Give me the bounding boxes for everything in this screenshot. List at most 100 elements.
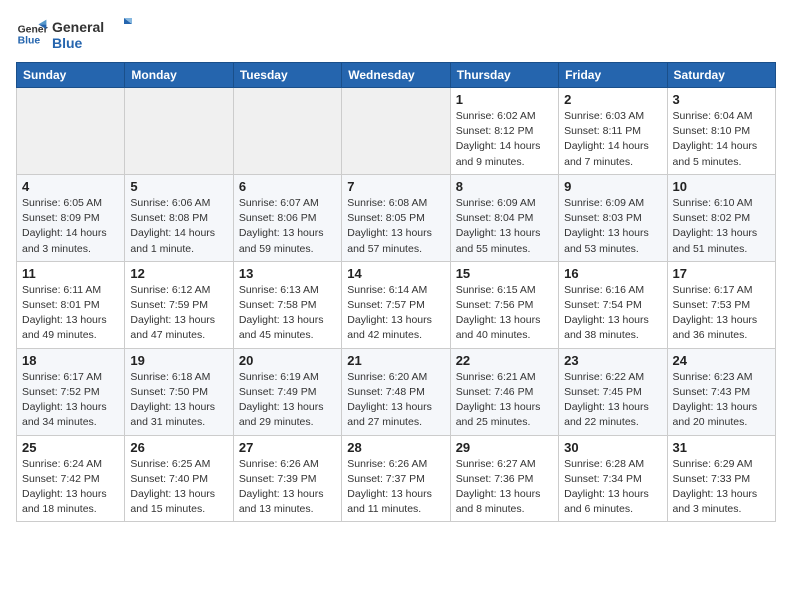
day-number: 10 bbox=[673, 179, 770, 194]
day-info: Sunrise: 6:14 AM Sunset: 7:57 PM Dayligh… bbox=[347, 283, 444, 344]
day-number: 6 bbox=[239, 179, 336, 194]
day-info: Sunrise: 6:06 AM Sunset: 8:08 PM Dayligh… bbox=[130, 196, 227, 257]
calendar-cell: 9 Sunrise: 6:09 AM Sunset: 8:03 PM Daylig… bbox=[559, 174, 667, 261]
calendar-cell: 7 Sunrise: 6:08 AM Sunset: 8:05 PM Daylig… bbox=[342, 174, 450, 261]
day-number: 31 bbox=[673, 440, 770, 455]
day-info: Sunrise: 6:22 AM Sunset: 7:45 PM Dayligh… bbox=[564, 370, 661, 431]
calendar-cell: 11 Sunrise: 6:11 AM Sunset: 8:01 PM Dayli… bbox=[17, 261, 125, 348]
calendar-cell: 16 Sunrise: 6:16 AM Sunset: 7:54 PM Dayli… bbox=[559, 261, 667, 348]
day-number: 16 bbox=[564, 266, 661, 281]
calendar-cell: 24Sunrise: 6:23 AM Sunset: 7:43 PM Dayli… bbox=[667, 348, 775, 435]
day-info: Sunrise: 6:24 AM Sunset: 7:42 PM Dayligh… bbox=[22, 457, 119, 518]
header-friday: Friday bbox=[559, 63, 667, 88]
calendar-cell: 17 Sunrise: 6:17 AM Sunset: 7:53 PM Dayli… bbox=[667, 261, 775, 348]
day-info: Sunrise: 6:08 AM Sunset: 8:05 PM Dayligh… bbox=[347, 196, 444, 257]
week-row-2: 4 Sunrise: 6:05 AM Sunset: 8:09 PM Daylig… bbox=[17, 174, 776, 261]
svg-text:Blue: Blue bbox=[52, 35, 83, 51]
calendar-cell bbox=[233, 88, 341, 175]
day-info: Sunrise: 6:02 AM Sunset: 8:12 PM Dayligh… bbox=[456, 109, 553, 170]
day-info: Sunrise: 6:05 AM Sunset: 8:09 PM Dayligh… bbox=[22, 196, 119, 257]
calendar-cell: 20Sunrise: 6:19 AM Sunset: 7:49 PM Dayli… bbox=[233, 348, 341, 435]
day-number: 22 bbox=[456, 353, 553, 368]
svg-text:Blue: Blue bbox=[18, 36, 41, 47]
calendar-cell: 2Sunrise: 6:03 AM Sunset: 8:11 PM Daylig… bbox=[559, 88, 667, 175]
calendar-cell: 28 Sunrise: 6:26 AM Sunset: 7:37 PM Dayli… bbox=[342, 435, 450, 522]
day-number: 25 bbox=[22, 440, 119, 455]
calendar-cell bbox=[342, 88, 450, 175]
header-thursday: Thursday bbox=[450, 63, 558, 88]
calendar-cell: 31 Sunrise: 6:29 AM Sunset: 7:33 PM Dayli… bbox=[667, 435, 775, 522]
day-number: 3 bbox=[673, 92, 770, 107]
calendar-cell: 14 Sunrise: 6:14 AM Sunset: 7:57 PM Dayli… bbox=[342, 261, 450, 348]
calendar-table: SundayMondayTuesdayWednesdayThursdayFrid… bbox=[16, 62, 776, 522]
day-info: Sunrise: 6:07 AM Sunset: 8:06 PM Dayligh… bbox=[239, 196, 336, 257]
header-saturday: Saturday bbox=[667, 63, 775, 88]
day-info: Sunrise: 6:13 AM Sunset: 7:58 PM Dayligh… bbox=[239, 283, 336, 344]
day-info: Sunrise: 6:29 AM Sunset: 7:33 PM Dayligh… bbox=[673, 457, 770, 518]
header-sunday: Sunday bbox=[17, 63, 125, 88]
calendar-cell: 1 Sunrise: 6:02 AM Sunset: 8:12 PM Daylig… bbox=[450, 88, 558, 175]
day-number: 11 bbox=[22, 266, 119, 281]
day-info: Sunrise: 6:11 AM Sunset: 8:01 PM Dayligh… bbox=[22, 283, 119, 344]
calendar-cell: 19Sunrise: 6:18 AM Sunset: 7:50 PM Dayli… bbox=[125, 348, 233, 435]
day-info: Sunrise: 6:21 AM Sunset: 7:46 PM Dayligh… bbox=[456, 370, 553, 431]
week-row-3: 11 Sunrise: 6:11 AM Sunset: 8:01 PM Dayli… bbox=[17, 261, 776, 348]
calendar-cell: 10 Sunrise: 6:10 AM Sunset: 8:02 PM Dayli… bbox=[667, 174, 775, 261]
calendar-cell: 5 Sunrise: 6:06 AM Sunset: 8:08 PM Daylig… bbox=[125, 174, 233, 261]
day-info: Sunrise: 6:26 AM Sunset: 7:39 PM Dayligh… bbox=[239, 457, 336, 518]
calendar-cell: 6 Sunrise: 6:07 AM Sunset: 8:06 PM Daylig… bbox=[233, 174, 341, 261]
header-wednesday: Wednesday bbox=[342, 63, 450, 88]
day-info: Sunrise: 6:25 AM Sunset: 7:40 PM Dayligh… bbox=[130, 457, 227, 518]
day-info: Sunrise: 6:27 AM Sunset: 7:36 PM Dayligh… bbox=[456, 457, 553, 518]
day-info: Sunrise: 6:18 AM Sunset: 7:50 PM Dayligh… bbox=[130, 370, 227, 431]
logo: General Blue General Blue bbox=[16, 16, 142, 52]
logo-svg: General Blue bbox=[52, 16, 142, 52]
logo-icon: General Blue bbox=[16, 18, 48, 50]
day-number: 5 bbox=[130, 179, 227, 194]
calendar-cell: 29 Sunrise: 6:27 AM Sunset: 7:36 PM Dayli… bbox=[450, 435, 558, 522]
day-number: 17 bbox=[673, 266, 770, 281]
day-number: 29 bbox=[456, 440, 553, 455]
calendar-cell: 21Sunrise: 6:20 AM Sunset: 7:48 PM Dayli… bbox=[342, 348, 450, 435]
calendar-cell: 12 Sunrise: 6:12 AM Sunset: 7:59 PM Dayli… bbox=[125, 261, 233, 348]
day-info: Sunrise: 6:12 AM Sunset: 7:59 PM Dayligh… bbox=[130, 283, 227, 344]
day-info: Sunrise: 6:20 AM Sunset: 7:48 PM Dayligh… bbox=[347, 370, 444, 431]
day-number: 30 bbox=[564, 440, 661, 455]
day-info: Sunrise: 6:10 AM Sunset: 8:02 PM Dayligh… bbox=[673, 196, 770, 257]
day-info: Sunrise: 6:23 AM Sunset: 7:43 PM Dayligh… bbox=[673, 370, 770, 431]
day-info: Sunrise: 6:26 AM Sunset: 7:37 PM Dayligh… bbox=[347, 457, 444, 518]
day-number: 8 bbox=[456, 179, 553, 194]
day-number: 20 bbox=[239, 353, 336, 368]
day-info: Sunrise: 6:28 AM Sunset: 7:34 PM Dayligh… bbox=[564, 457, 661, 518]
day-number: 14 bbox=[347, 266, 444, 281]
day-number: 28 bbox=[347, 440, 444, 455]
day-info: Sunrise: 6:15 AM Sunset: 7:56 PM Dayligh… bbox=[456, 283, 553, 344]
calendar-cell: 26Sunrise: 6:25 AM Sunset: 7:40 PM Dayli… bbox=[125, 435, 233, 522]
page-header: General Blue General Blue bbox=[16, 16, 776, 52]
calendar-cell: 18Sunrise: 6:17 AM Sunset: 7:52 PM Dayli… bbox=[17, 348, 125, 435]
day-number: 4 bbox=[22, 179, 119, 194]
calendar-cell: 27Sunrise: 6:26 AM Sunset: 7:39 PM Dayli… bbox=[233, 435, 341, 522]
day-number: 12 bbox=[130, 266, 227, 281]
header-tuesday: Tuesday bbox=[233, 63, 341, 88]
week-row-5: 25 Sunrise: 6:24 AM Sunset: 7:42 PM Dayli… bbox=[17, 435, 776, 522]
week-row-1: 1 Sunrise: 6:02 AM Sunset: 8:12 PM Daylig… bbox=[17, 88, 776, 175]
calendar-cell: 30 Sunrise: 6:28 AM Sunset: 7:34 PM Dayli… bbox=[559, 435, 667, 522]
day-number: 13 bbox=[239, 266, 336, 281]
calendar-cell: 22 Sunrise: 6:21 AM Sunset: 7:46 PM Dayli… bbox=[450, 348, 558, 435]
day-number: 18 bbox=[22, 353, 119, 368]
calendar-cell: 8Sunrise: 6:09 AM Sunset: 8:04 PM Daylig… bbox=[450, 174, 558, 261]
day-info: Sunrise: 6:16 AM Sunset: 7:54 PM Dayligh… bbox=[564, 283, 661, 344]
week-row-4: 18Sunrise: 6:17 AM Sunset: 7:52 PM Dayli… bbox=[17, 348, 776, 435]
day-info: Sunrise: 6:09 AM Sunset: 8:03 PM Dayligh… bbox=[564, 196, 661, 257]
calendar-cell: 23Sunrise: 6:22 AM Sunset: 7:45 PM Dayli… bbox=[559, 348, 667, 435]
calendar-cell: 15 Sunrise: 6:15 AM Sunset: 7:56 PM Dayli… bbox=[450, 261, 558, 348]
day-number: 9 bbox=[564, 179, 661, 194]
day-number: 1 bbox=[456, 92, 553, 107]
day-info: Sunrise: 6:17 AM Sunset: 7:53 PM Dayligh… bbox=[673, 283, 770, 344]
day-number: 7 bbox=[347, 179, 444, 194]
day-info: Sunrise: 6:04 AM Sunset: 8:10 PM Dayligh… bbox=[673, 109, 770, 170]
calendar-cell bbox=[125, 88, 233, 175]
day-number: 15 bbox=[456, 266, 553, 281]
svg-text:General: General bbox=[52, 19, 104, 35]
